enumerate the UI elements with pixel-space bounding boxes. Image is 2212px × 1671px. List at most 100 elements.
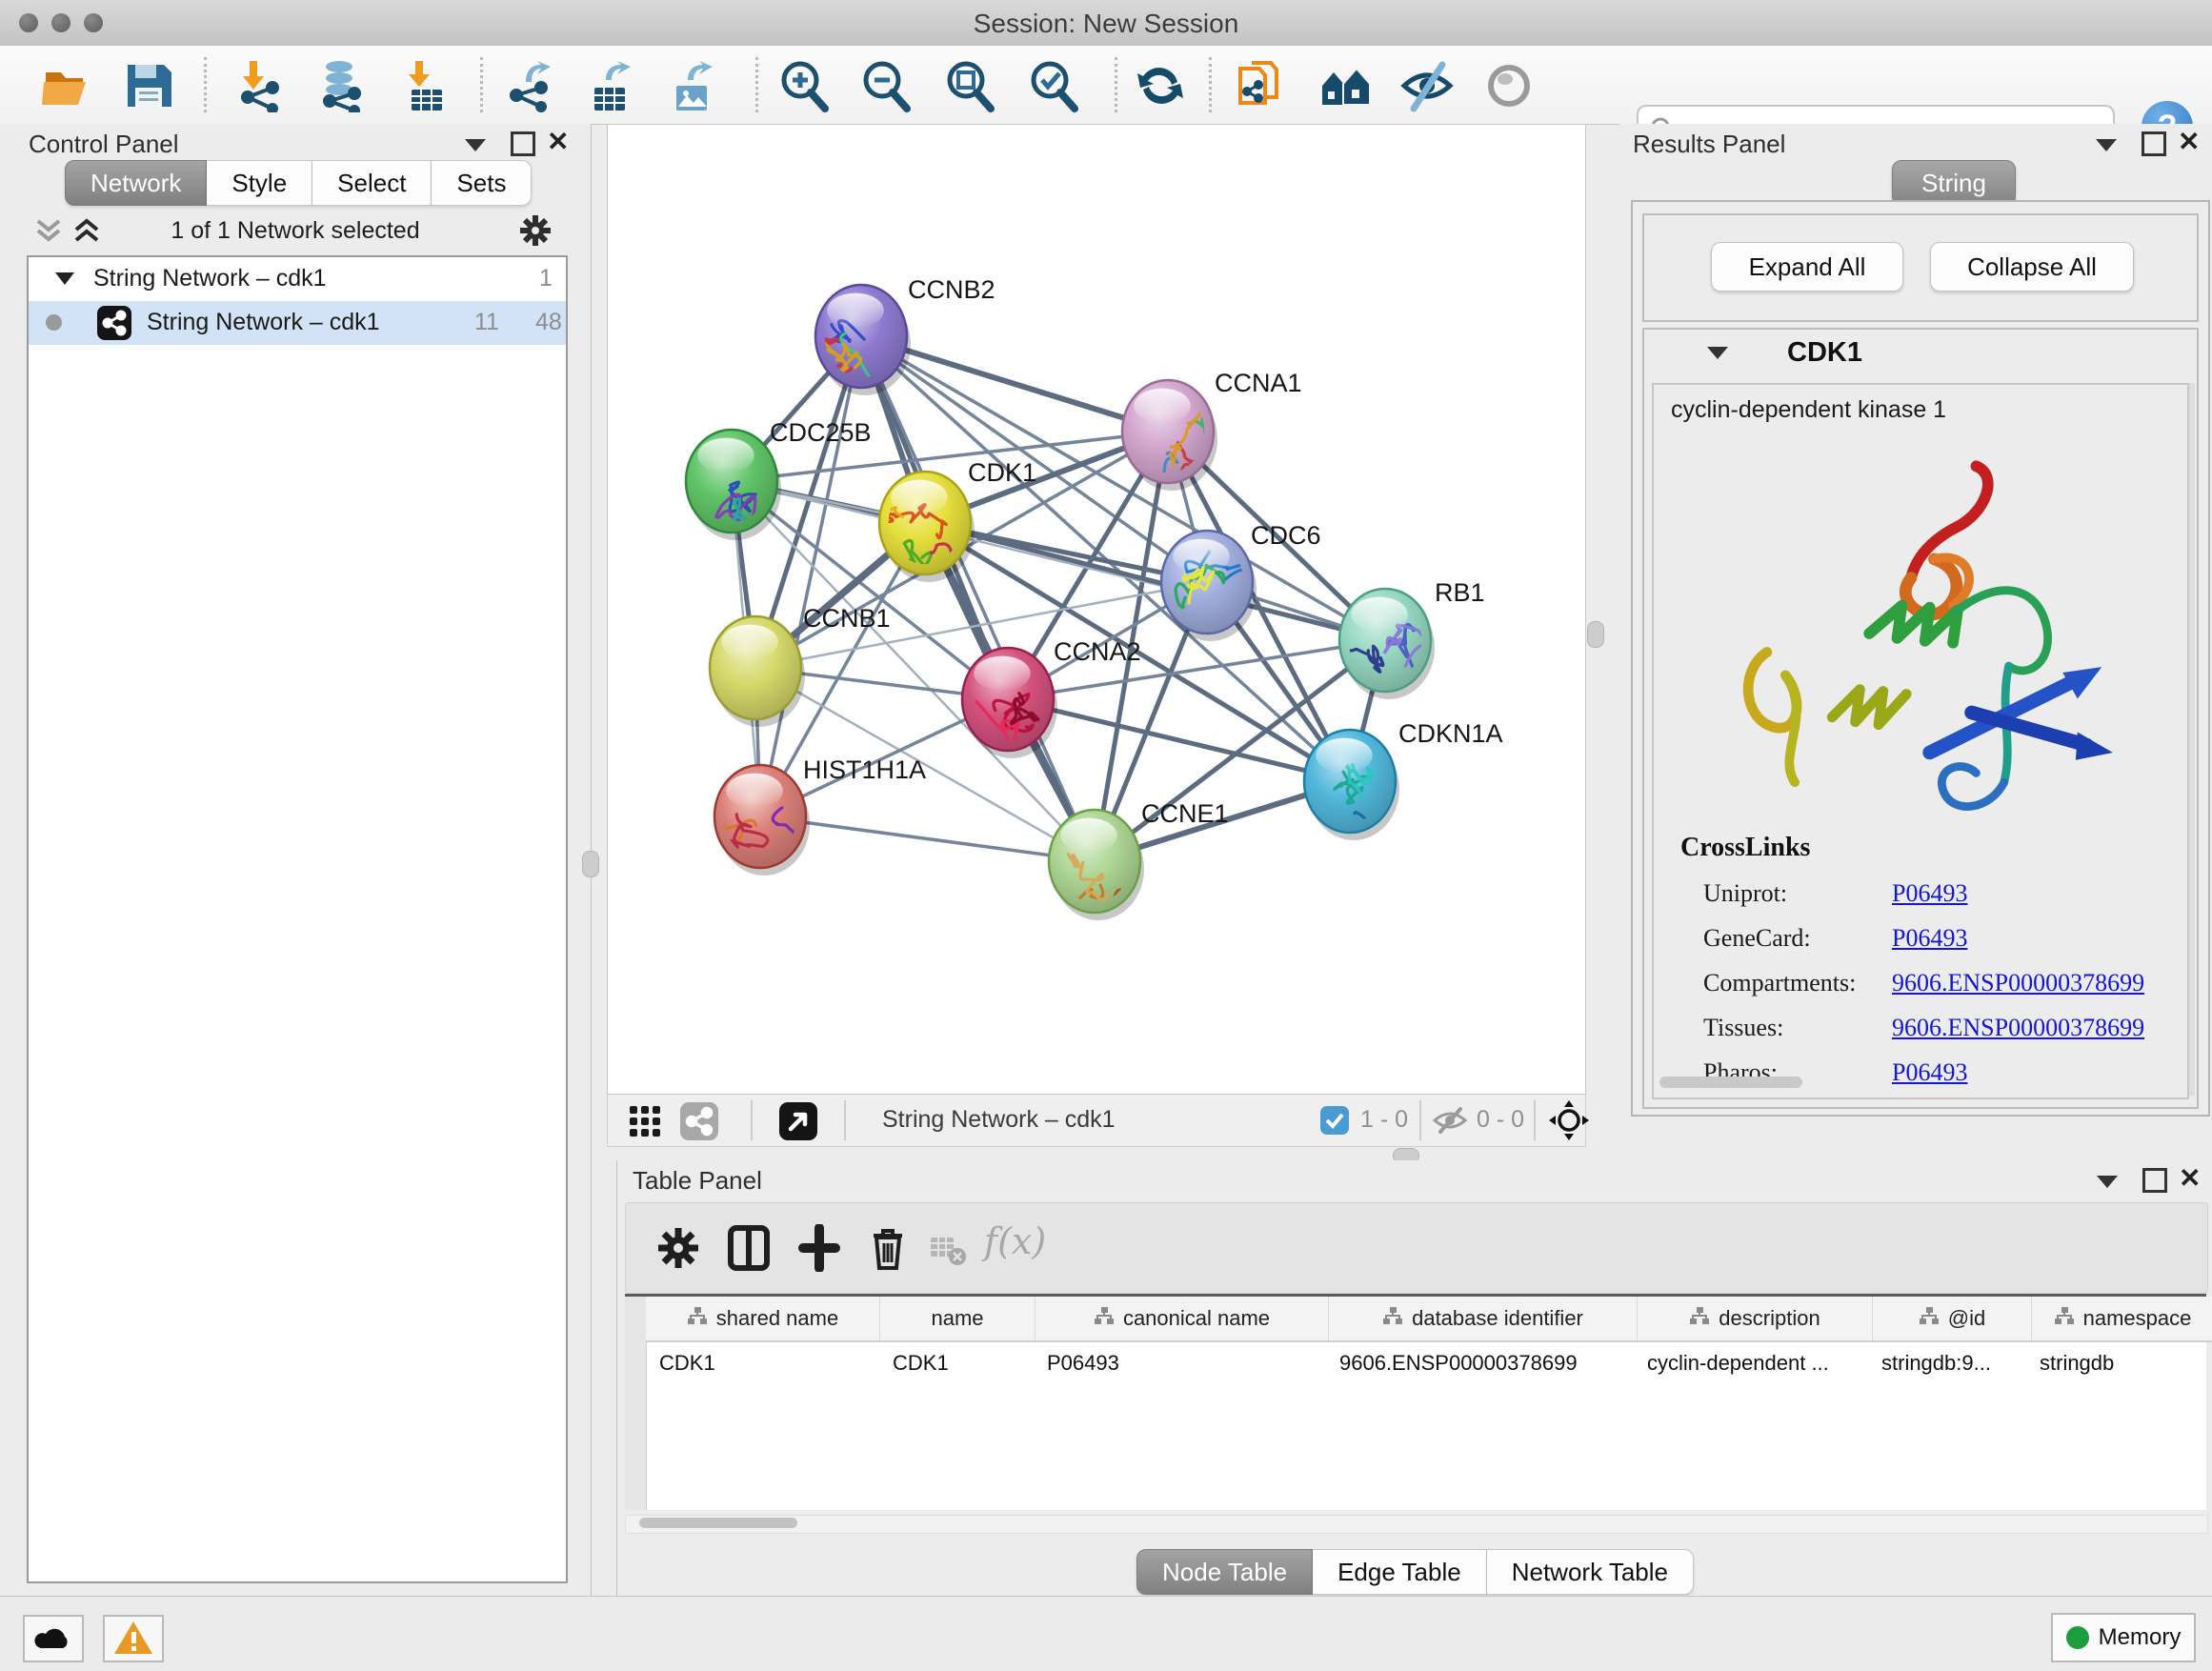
right-splitter-grip[interactable] bbox=[1587, 621, 1604, 648]
toolbar-separator bbox=[844, 1100, 846, 1140]
table-hscrollbar[interactable] bbox=[625, 1515, 2208, 1534]
results-panel-close-icon[interactable]: ✕ bbox=[2178, 132, 2200, 151]
results-panel-menu-icon[interactable] bbox=[2096, 139, 2117, 156]
table-row[interactable]: CDK1CDK1P064939606.ENSP00000378699cyclin… bbox=[646, 1342, 2207, 1384]
show-all-icon[interactable] bbox=[1482, 59, 1536, 112]
warnings-button[interactable] bbox=[103, 1615, 164, 1662]
tab-edge-table[interactable]: Edge Table bbox=[1313, 1549, 1487, 1595]
collection-count: 1 bbox=[539, 265, 553, 292]
left-splitter-grip[interactable] bbox=[582, 851, 599, 877]
clone-network-icon[interactable] bbox=[1235, 59, 1288, 112]
cell-name[interactable]: CDK1 bbox=[879, 1342, 1034, 1384]
show-columns-icon[interactable] bbox=[725, 1224, 773, 1272]
tab-network[interactable]: Network bbox=[65, 160, 207, 206]
node-CDC25B[interactable]: CDC25B bbox=[686, 418, 872, 544]
tab-style[interactable]: Style bbox=[207, 160, 312, 206]
column-header-namespace[interactable]: namespace bbox=[2032, 1297, 2212, 1340]
network-canvas[interactable]: CCNB2CCNA1CDC25BCDK1CDC6RB1CCNB1CCNA2CDK… bbox=[607, 124, 1586, 1096]
cloud-icon bbox=[32, 1621, 74, 1654]
cell-shared-name[interactable]: CDK1 bbox=[646, 1342, 879, 1384]
toolbar-separator bbox=[1534, 1100, 1536, 1140]
node-CCNB2[interactable]: CCNB2 bbox=[813, 275, 995, 409]
column-header-description[interactable]: description bbox=[1638, 1297, 1873, 1340]
export-table-icon[interactable] bbox=[583, 59, 636, 112]
node-CDK1[interactable]: CDK1 bbox=[855, 458, 1036, 615]
tab-network-table[interactable]: Network Table bbox=[1487, 1549, 1694, 1595]
node-HIST1H1A[interactable]: HIST1H1A bbox=[706, 755, 926, 876]
selected-checkbox-icon[interactable] bbox=[1320, 1106, 1349, 1135]
crosslink-value-link[interactable]: 9606.ENSP00000378699 bbox=[1892, 1014, 2144, 1042]
refresh-icon[interactable] bbox=[1134, 59, 1187, 112]
control-panel-close-icon[interactable]: ✕ bbox=[547, 132, 569, 151]
node-RB1[interactable]: RB1 bbox=[1338, 578, 1485, 699]
crosslink-value-link[interactable]: P06493 bbox=[1892, 924, 1967, 953]
control-panel-menu-icon[interactable] bbox=[465, 139, 486, 156]
network-options-gear-icon[interactable] bbox=[516, 211, 554, 250]
cell--id[interactable]: stringdb:9... bbox=[1868, 1342, 2026, 1384]
network-graph[interactable]: CCNB2CCNA1CDC25BCDK1CDC6RB1CCNB1CCNA2CDK… bbox=[608, 125, 1585, 1095]
node-CDKN1A[interactable]: CDKN1A bbox=[1304, 719, 1503, 869]
import-network-icon[interactable] bbox=[234, 59, 288, 112]
open-session-icon[interactable] bbox=[40, 59, 93, 112]
column-header-name[interactable]: name bbox=[880, 1297, 1036, 1340]
node-CCNE1[interactable]: CCNE1 bbox=[1049, 799, 1229, 927]
cell-database-identifier[interactable]: 9606.ENSP00000378699 bbox=[1326, 1342, 1634, 1384]
memory-button[interactable]: Memory bbox=[2051, 1613, 2196, 1662]
birdseye-grid-icon[interactable] bbox=[629, 1105, 661, 1137]
cloud-button[interactable] bbox=[23, 1615, 84, 1662]
tab-select[interactable]: Select bbox=[312, 160, 432, 206]
node-label-CDKN1A: CDKN1A bbox=[1398, 719, 1503, 748]
column-header-database-identifier[interactable]: database identifier bbox=[1329, 1297, 1638, 1340]
hide-selected-icon[interactable] bbox=[1400, 59, 1454, 112]
results-hscroll-thumb[interactable] bbox=[1659, 1077, 1802, 1088]
zoom-out-icon[interactable] bbox=[859, 59, 913, 112]
edge-CCNB2-HIST1H1A[interactable] bbox=[760, 336, 861, 816]
network-row-selected[interactable]: String Network – cdk1 11 48 bbox=[29, 301, 566, 345]
results-panel-float-icon[interactable] bbox=[2142, 131, 2166, 161]
column-header--id[interactable]: @id bbox=[1873, 1297, 2032, 1340]
zoom-fit-icon[interactable] bbox=[943, 59, 996, 112]
crosslink-value-link[interactable]: P06493 bbox=[1892, 879, 1967, 908]
import-network-from-database-icon[interactable] bbox=[314, 59, 368, 112]
create-column-icon[interactable] bbox=[795, 1224, 843, 1272]
delete-column-icon[interactable] bbox=[864, 1224, 912, 1272]
open-in-window-icon[interactable] bbox=[779, 1102, 817, 1140]
export-network-icon[interactable] bbox=[503, 59, 556, 112]
table-panel-close-icon[interactable]: ✕ bbox=[2179, 1169, 2201, 1188]
crosslink-value-link[interactable]: 9606.ENSP00000378699 bbox=[1892, 969, 2144, 997]
string-style-icon[interactable] bbox=[680, 1102, 718, 1140]
export-image-icon[interactable] bbox=[665, 59, 718, 112]
delete-table-icon-disabled bbox=[929, 1232, 967, 1270]
network-collection-row[interactable]: String Network – cdk1 1 bbox=[29, 257, 566, 301]
tab-node-table[interactable]: Node Table bbox=[1136, 1549, 1313, 1595]
column-header-label: description bbox=[1719, 1306, 1820, 1331]
expand-all-button[interactable]: Expand All bbox=[1711, 242, 1903, 292]
import-table-icon[interactable] bbox=[400, 59, 453, 112]
zoom-selected-icon[interactable] bbox=[1027, 59, 1080, 112]
tab-string[interactable]: String bbox=[1892, 160, 2016, 206]
cell-namespace[interactable]: stringdb bbox=[2026, 1342, 2207, 1384]
cdk1-collapse-triangle-icon[interactable] bbox=[1707, 347, 1728, 364]
collection-expand-triangle-icon[interactable] bbox=[55, 272, 74, 285]
control-panel-float-icon[interactable] bbox=[511, 131, 535, 161]
node-CCNA1[interactable]: CCNA1 bbox=[1122, 369, 1302, 534]
column-header-canonical-name[interactable]: canonical name bbox=[1036, 1297, 1329, 1340]
table-hscroll-thumb[interactable] bbox=[639, 1518, 797, 1528]
table-panel-float-icon[interactable] bbox=[2142, 1168, 2167, 1198]
tab-sets[interactable]: Sets bbox=[432, 160, 532, 206]
node-CDC6[interactable]: CDC6 bbox=[1161, 521, 1321, 641]
first-neighbors-icon[interactable] bbox=[1318, 59, 1372, 112]
collapse-all-button[interactable]: Collapse All bbox=[1930, 242, 2134, 292]
save-session-icon[interactable] bbox=[122, 59, 175, 112]
table-options-gear-icon[interactable] bbox=[654, 1224, 702, 1272]
cell-description[interactable]: cyclin-dependent ... bbox=[1634, 1342, 1868, 1384]
crosslink-value-link[interactable]: P06493 bbox=[1892, 1058, 1967, 1087]
table-panel-menu-icon[interactable] bbox=[2097, 1176, 2118, 1193]
edge-HIST1H1A-CCNE1[interactable] bbox=[760, 816, 1095, 861]
cell-canonical-name[interactable]: P06493 bbox=[1034, 1342, 1326, 1384]
node-label-CDC6: CDC6 bbox=[1251, 521, 1321, 550]
zoom-in-icon[interactable] bbox=[777, 59, 831, 112]
column-header-shared-name[interactable]: shared name bbox=[646, 1297, 880, 1340]
results-vscroll-track[interactable] bbox=[2189, 383, 2195, 1096]
fit-content-crosshair-icon[interactable] bbox=[1549, 1100, 1589, 1140]
